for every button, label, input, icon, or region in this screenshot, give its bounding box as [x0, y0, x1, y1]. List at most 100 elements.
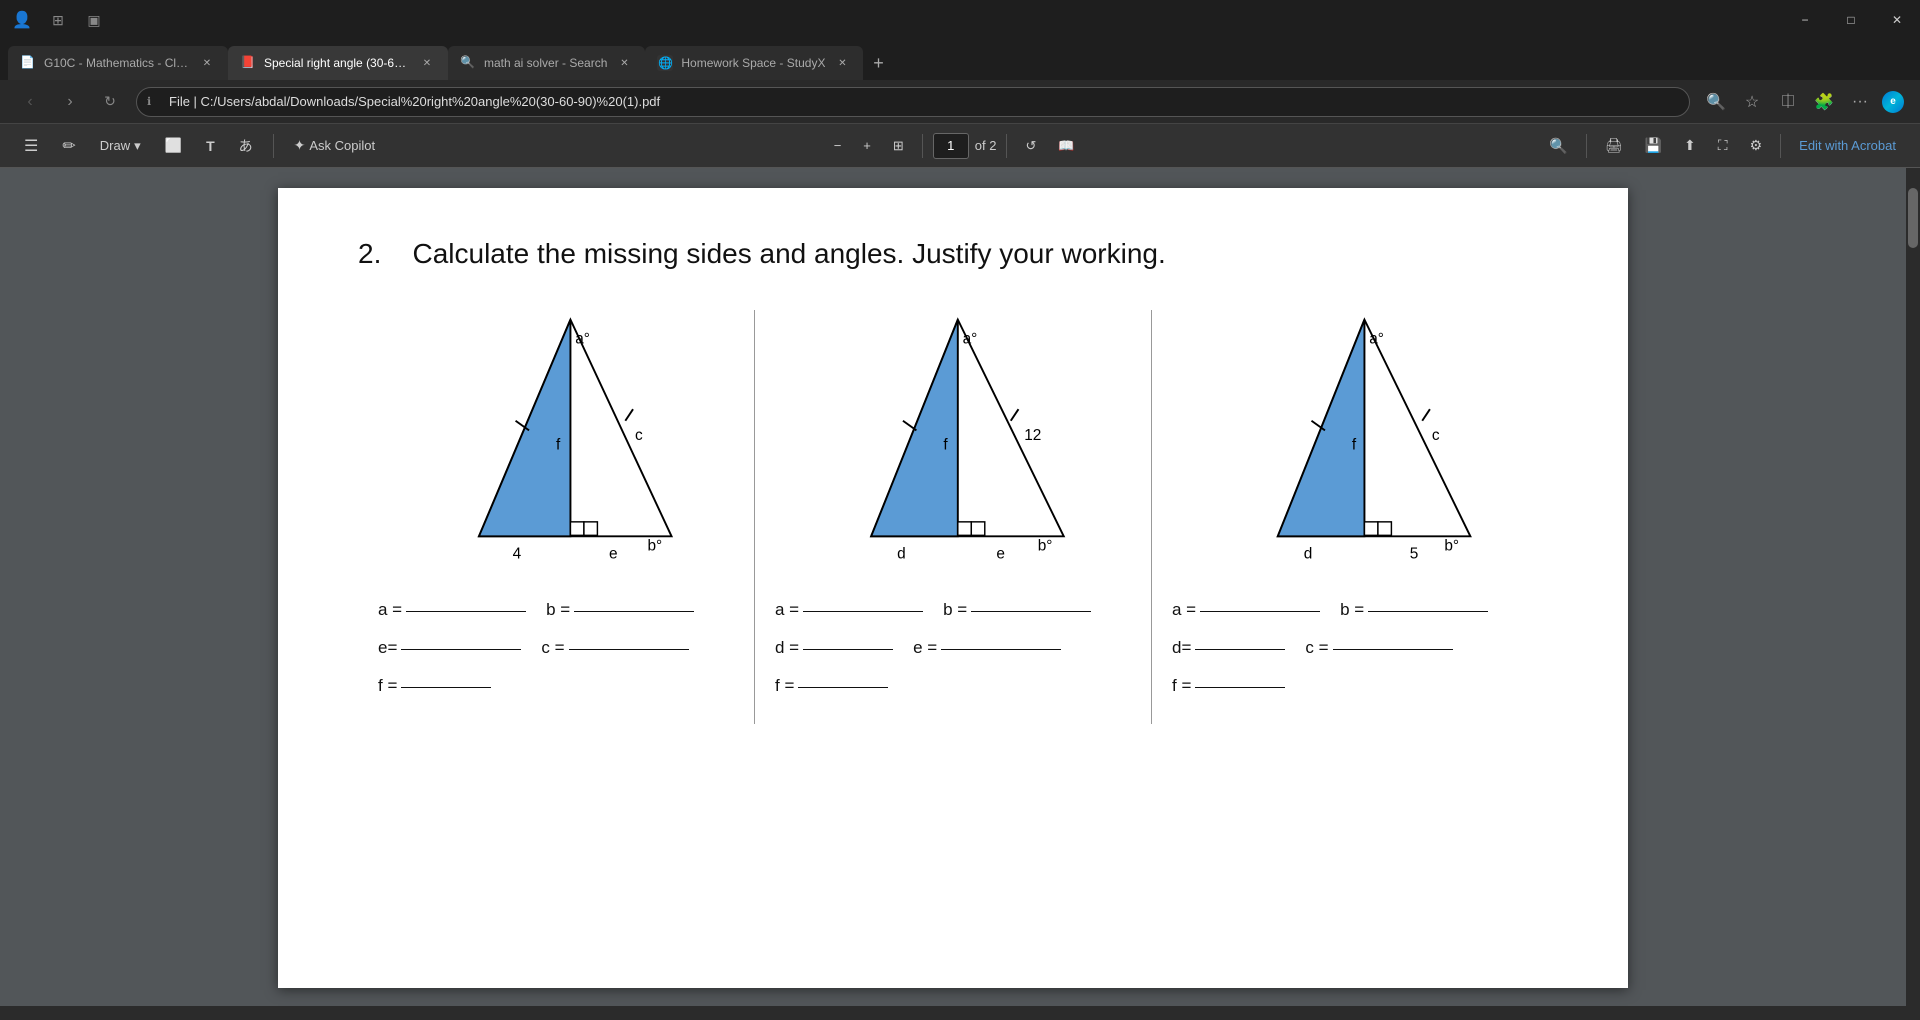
reload-button[interactable]: ↻ — [96, 88, 124, 116]
triangle-section-2: a° 12 f b° d e a = — [755, 310, 1152, 724]
line-c3 — [1333, 649, 1453, 650]
save-button[interactable]: 💾 — [1637, 131, 1670, 161]
label-d2: d = — [775, 638, 799, 658]
tab-math-ai[interactable]: 🔍 math ai solver - Search ✕ — [448, 46, 645, 80]
label-b: b = — [546, 600, 570, 620]
tab-close-4[interactable]: ✕ — [833, 54, 851, 72]
line-b3 — [1368, 611, 1488, 612]
triangle-svg-2: a° 12 f b° d e — [813, 310, 1093, 570]
copilot-icon: ✦ — [294, 137, 306, 154]
scrollbar-horizontal[interactable] — [0, 1006, 1920, 1020]
separator-3 — [1006, 134, 1007, 158]
extensions-icon[interactable]: 🧩 — [1810, 88, 1838, 116]
triangles-container: a° c f b° 4 e — [358, 310, 1548, 724]
zoom-icon[interactable]: 🔍 — [1702, 88, 1730, 116]
svg-text:c: c — [1432, 427, 1440, 444]
share-button[interactable]: ⬆ — [1676, 131, 1704, 161]
answer-item-b2: b = — [943, 600, 1091, 620]
tab-close-3[interactable]: ✕ — [615, 54, 633, 72]
print-button[interactable]: 🖨 — [1597, 131, 1631, 161]
svg-text:d: d — [1304, 545, 1313, 562]
fit-page-button[interactable]: ⊞ — [885, 131, 912, 161]
answer-item-e2: e = — [913, 638, 1061, 658]
rotate-button[interactable]: ↺ — [1017, 131, 1044, 161]
triangle-section-1: a° c f b° 4 e — [358, 310, 755, 724]
tabs-bar: 📄 G10C - Mathematics - Class flow ✕ 📕 Sp… — [0, 40, 1920, 80]
translate-button[interactable]: あ — [231, 131, 261, 161]
label-c: c = — [541, 638, 564, 658]
fullscreen-button[interactable]: ⛶ — [1710, 131, 1736, 161]
answer-item-c3: c = — [1305, 638, 1452, 658]
forward-button[interactable]: › — [56, 88, 84, 116]
draw-tools-button[interactable]: ✏ — [54, 131, 83, 161]
line-b — [574, 611, 694, 612]
label-b3: b = — [1340, 600, 1364, 620]
triangle-diagram-2: a° 12 f b° d e — [813, 310, 1093, 570]
close-button[interactable]: ✕ — [1874, 0, 1920, 40]
question-number: 2. — [358, 238, 381, 269]
settings-button[interactable]: ⚙ — [1742, 131, 1771, 161]
text-button[interactable]: T — [198, 131, 223, 161]
new-tab-button[interactable]: + — [863, 46, 893, 80]
address-input[interactable]: ℹ File | C:/Users/abdal/Downloads/Specia… — [136, 87, 1690, 117]
split-icon[interactable]: ▣ — [80, 6, 108, 34]
svg-text:5: 5 — [1410, 545, 1419, 562]
tab-manager-icon[interactable]: ⊞ — [44, 6, 72, 34]
collections-icon[interactable]: ⎅ — [1774, 88, 1802, 116]
tab-homework-space[interactable]: 🌐 Homework Space - StudyX ✕ — [645, 46, 863, 80]
profile-icon[interactable]: 👤 — [8, 6, 36, 34]
minimize-button[interactable]: − — [1782, 0, 1828, 40]
erase-button[interactable]: ⬜ — [157, 131, 190, 161]
annotations-button[interactable]: ☰ — [16, 131, 46, 161]
scroll-wrapper: 2. Calculate the missing sides and angle… — [0, 168, 1920, 1020]
separator-1 — [273, 134, 274, 158]
separator-4 — [1586, 134, 1587, 158]
address-bar: ‹ › ↻ ℹ File | C:/Users/abdal/Downloads/… — [0, 80, 1920, 124]
svg-text:12: 12 — [1024, 427, 1041, 444]
search-pdf-button[interactable]: 🔍 — [1541, 131, 1576, 161]
page-number-input[interactable] — [933, 133, 969, 159]
favorites-icon[interactable]: ☆ — [1738, 88, 1766, 116]
draw-label: Draw — [100, 138, 130, 153]
answer-item-e: e= — [378, 638, 521, 658]
svg-text:d: d — [897, 545, 906, 562]
triangle-svg-1: a° c f b° 4 e — [416, 310, 696, 570]
svg-text:4: 4 — [513, 545, 522, 562]
scrollbar-thumb-vertical[interactable] — [1908, 188, 1918, 248]
edit-with-acrobat-button[interactable]: Edit with Acrobat — [1791, 131, 1904, 161]
svg-text:f: f — [943, 437, 948, 454]
line-f2 — [798, 687, 888, 688]
tab-close-2[interactable]: ✕ — [418, 54, 436, 72]
back-button[interactable]: ‹ — [16, 88, 44, 116]
label-f: f = — [378, 676, 397, 696]
draw-dropdown[interactable]: Draw ▾ — [92, 131, 149, 161]
label-a2: a = — [775, 600, 799, 620]
ask-copilot-button[interactable]: ✦ Ask Copilot — [286, 131, 383, 161]
more-options-icon[interactable]: ··· — [1846, 88, 1874, 116]
answer-item-d3: d= — [1172, 638, 1285, 658]
tab-favicon-4: 🌐 — [657, 55, 673, 71]
book-view-button[interactable]: 📖 — [1050, 131, 1082, 161]
ask-copilot-label: Ask Copilot — [309, 138, 375, 153]
separator-2 — [922, 134, 923, 158]
label-e2: e = — [913, 638, 937, 658]
answer-row-1b: e= c = — [378, 638, 734, 658]
label-a: a = — [378, 600, 402, 620]
tab-special-right-angle[interactable]: 📕 Special right angle (30-60-90) (1) ✕ — [228, 46, 448, 80]
line-e2 — [941, 649, 1061, 650]
tab-favicon-2: 📕 — [240, 55, 256, 71]
answer-item-f2: f = — [775, 676, 888, 696]
answer-row-1a: a = b = — [378, 600, 734, 620]
triangle-diagram-1: a° c f b° 4 e — [416, 310, 696, 570]
line-a3 — [1200, 611, 1320, 612]
line-e — [401, 649, 521, 650]
tab-close-1[interactable]: ✕ — [198, 54, 216, 72]
zoom-in-button[interactable]: + — [855, 131, 879, 161]
answer-item-a2: a = — [775, 600, 923, 620]
answer-row-3a: a = b = — [1172, 600, 1528, 620]
separator-5 — [1780, 134, 1781, 158]
tab-g10c[interactable]: 📄 G10C - Mathematics - Class flow ✕ — [8, 46, 228, 80]
scrollbar-vertical[interactable] — [1906, 168, 1920, 1020]
maximize-button[interactable]: □ — [1828, 0, 1874, 40]
zoom-out-button[interactable]: − — [826, 131, 850, 161]
